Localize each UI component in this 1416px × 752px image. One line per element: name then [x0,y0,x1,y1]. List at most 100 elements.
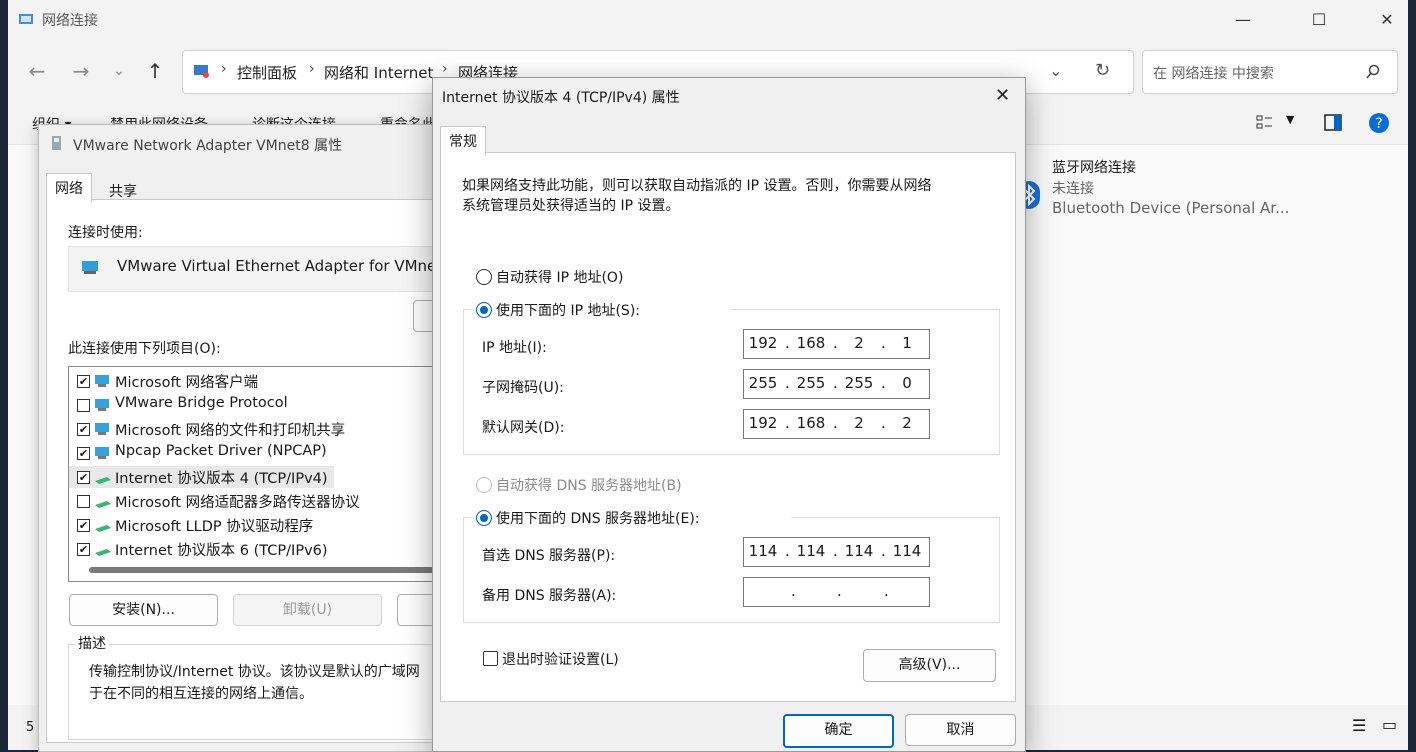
gateway-octet-1: 192 [748,414,778,432]
list-item[interactable]: Microsoft 网络适配器多路传送器协议 [69,490,474,512]
dialog-title: Internet 协议版本 4 (TCP/IPv4) 属性 [442,90,680,106]
manual-dns-label[interactable]: 使用下面的 DNS 服务器地址(E): [496,508,700,528]
list-item[interactable]: ✔ Microsoft 网络客户端 [69,370,474,392]
list-item[interactable]: ✔ Microsoft 网络的文件和打印机共享 [69,418,474,440]
network-tab-panel: 连接时使用: VMware Virtual Ethernet Adapter f… [46,199,480,743]
ip-octet-4: 1 [902,334,912,352]
help-icon[interactable]: ? [1368,112,1390,134]
manual-dns-radio[interactable] [476,510,492,526]
horizontal-scrollbar[interactable] [89,567,474,573]
tiles-view-icon[interactable]: ▭ [1382,715,1397,734]
pdns-octet-1: 114 [748,542,778,560]
adapter-icon [52,136,61,150]
item-label: VMware Bridge Protocol [115,395,288,411]
protocol-icon [95,501,111,508]
intro-text-line2: 系统管理员处获得适当的 IP 设置。 [462,198,680,214]
gateway-octet-3: 2 [854,414,864,432]
item-checkbox[interactable] [77,495,90,508]
list-item[interactable]: ✔ Internet 协议版本 4 (TCP/IPv4) [69,466,334,488]
gateway-field[interactable]: 192 . 168 . 2 . 2 [743,409,930,439]
octet-dot: . [881,542,886,560]
view-dropdown-icon[interactable]: ▼ [1286,113,1294,126]
item-checkbox[interactable]: ✔ [77,471,90,484]
maximize-button[interactable]: ☐ [1296,6,1342,34]
vmnet8-properties-dialog: VMware Network Adapter VMnet8 属性 网络 共享 连… [38,124,480,752]
refresh-icon[interactable]: ↻ [1095,60,1110,81]
item-checkbox[interactable]: ✔ [77,543,90,556]
search-input[interactable]: 在 网络连接 中搜索 [1153,63,1274,83]
connect-using-label: 连接时使用: [68,225,143,241]
description-group: 描述 传输控制协议/Internet 协议。该协议是默认的广域网 于在不同的相互… [68,633,480,740]
manual-ip-radio[interactable] [476,302,492,318]
validate-label[interactable]: 退出时验证设置(L) [502,649,619,669]
uninstall-button[interactable]: 卸载(U) [233,594,382,626]
ip-octet-3: 2 [854,334,864,352]
tab-general[interactable]: 常规 [440,126,486,155]
auto-dns-label[interactable]: 自动获得 DNS 服务器地址(B) [496,475,682,495]
octet-dot: . [833,414,838,432]
cancel-button[interactable]: 取消 [905,714,1016,746]
protocol-icon [95,525,111,532]
forward-arrow-icon[interactable]: → [66,58,96,84]
item-checkbox[interactable]: ✔ [77,447,90,460]
octet-dot: . [833,334,838,352]
item-label: Microsoft 网络适配器多路传送器协议 [115,495,360,511]
search-box[interactable]: 在 网络连接 中搜索 [1142,50,1398,94]
item-checkbox[interactable] [77,399,90,412]
view-options-icon[interactable] [1256,114,1274,132]
octet-dot: . [833,542,838,560]
ok-button[interactable]: 确定 [783,714,894,748]
item-checkbox[interactable]: ✔ [77,423,90,436]
advanced-button[interactable]: 高级(V)... [863,649,996,682]
item-label: Microsoft LLDP 协议驱动程序 [115,519,314,535]
auto-dns-radio[interactable] [476,477,492,493]
octet-dot: . [785,414,790,432]
install-button[interactable]: 安装(N)... [69,594,218,626]
list-item[interactable]: ✔ Internet 协议版本 6 (TCP/IPv6) [69,538,474,560]
adapter-box: VMware Virtual Ethernet Adapter for VMne… [68,246,475,292]
subnet-mask-field[interactable]: 255 . 255 . 255 . 0 [743,369,930,399]
list-item[interactable]: ✔ Microsoft LLDP 协议驱动程序 [69,514,474,536]
details-view-icon[interactable]: ☰ [1352,716,1366,735]
back-arrow-icon[interactable]: ← [22,58,52,84]
validate-checkbox[interactable] [483,651,498,666]
manual-ip-label[interactable]: 使用下面的 IP 地址(S): [496,300,640,320]
components-list[interactable]: ✔ Microsoft 网络客户端 VMware Bridge Protocol ✔ M… [68,366,475,582]
octet-dot: . [833,374,838,392]
title-bar: 网络连接 — ☐ ✕ [8,0,1408,40]
auto-ip-label[interactable]: 自动获得 IP 地址(O) [496,267,623,287]
breadcrumb-network-internet[interactable]: 网络和 Internet [324,62,433,83]
description-text-line2: 于在不同的相互连接的网络上通信。 [89,686,313,702]
alternate-dns-field[interactable]: . . . [743,577,930,607]
tab-network[interactable]: 网络 [46,173,92,202]
up-arrow-icon[interactable]: ↑ [140,58,170,84]
list-item[interactable]: VMware Bridge Protocol [69,394,474,416]
ip-octet-1: 192 [748,334,778,352]
search-icon [1366,64,1380,79]
list-item[interactable]: ✔ Npcap Packet Driver (NPCAP) [69,442,474,464]
minimize-button[interactable]: — [1220,6,1266,34]
ip-address-field[interactable]: 192 . 168 . 2 . 1 [743,329,930,359]
preview-pane-icon[interactable] [1324,114,1342,132]
address-dropdown-chevron-icon[interactable]: ⌄ [1049,61,1062,80]
bluetooth-connection-item[interactable]: 蓝牙网络连接 未连接 Bluetooth Device (Personal Ar… [1018,157,1318,227]
recent-chevron-down-icon[interactable]: ⌄ [104,58,134,84]
svg-text:?: ? [1375,116,1382,132]
mask-octet-1: 255 [748,374,778,392]
pdns-octet-2: 114 [796,542,826,560]
alternate-dns-label: 备用 DNS 服务器(A): [482,588,617,604]
general-tab-panel: 如果网络支持此功能，则可以获取自动指派的 IP 设置。否则，你需要从网络 系统管… [440,152,1016,702]
auto-ip-radio[interactable] [476,269,492,285]
octet-dot: . [881,334,886,352]
adapter-name: VMware Virtual Ethernet Adapter for VMne… [117,257,443,275]
item-label: Npcap Packet Driver (NPCAP) [115,443,327,459]
close-window-button[interactable]: ✕ [1364,6,1410,34]
dns-group [463,517,1000,623]
item-checkbox[interactable]: ✔ [77,375,90,388]
preferred-dns-field[interactable]: 114 . 114 . 114 . 114 [743,537,930,567]
item-checkbox[interactable]: ✔ [77,519,90,532]
breadcrumb-separator-icon: › [221,61,227,77]
breadcrumb-control-panel[interactable]: 控制面板 [237,62,297,83]
close-icon[interactable]: ✕ [995,85,1010,106]
preferred-dns-label: 首选 DNS 服务器(P): [482,548,616,564]
